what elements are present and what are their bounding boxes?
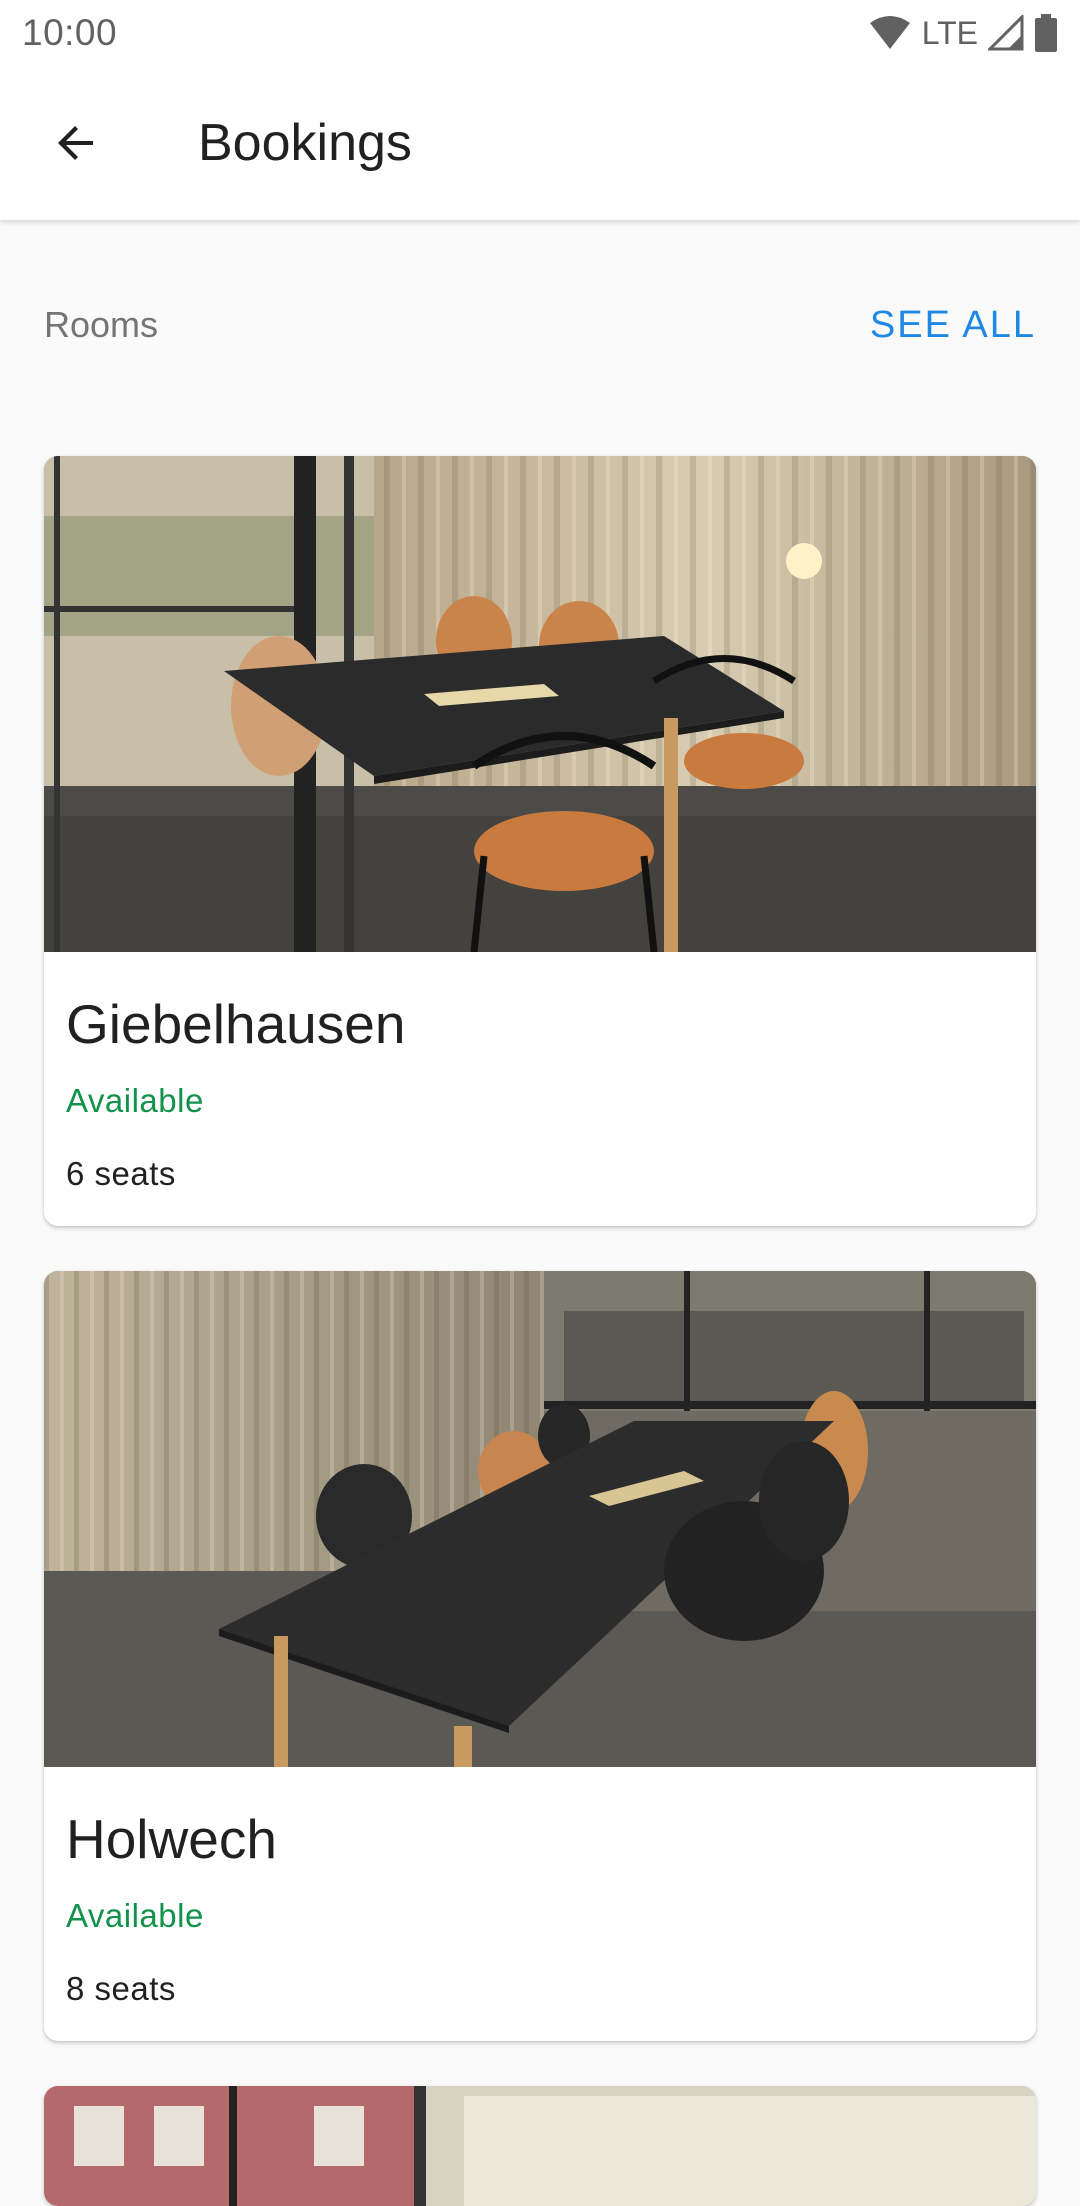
room-status: Available <box>66 1082 204 1119</box>
signal-icon <box>988 15 1024 51</box>
room-card-body: Holwech Available 8 seats <box>44 1767 1036 2041</box>
network-type: LTE <box>921 14 978 51</box>
room-card[interactable] <box>44 2086 1036 2206</box>
back-button[interactable] <box>22 88 132 198</box>
arrow-back-icon <box>58 126 93 160</box>
room-seats: 6 seats <box>66 1155 176 1192</box>
room-seats: 8 seats <box>66 1970 176 2007</box>
app-bar: Bookings <box>0 66 1080 220</box>
room-name: Holwech <box>66 1808 277 1870</box>
see-all-button[interactable]: SEE ALL <box>870 304 1036 347</box>
rooms-section-header: Rooms SEE ALL <box>44 290 1036 360</box>
room-card[interactable]: Holwech Available 8 seats <box>44 1271 1036 2041</box>
status-bar: 10:00 LTE <box>0 0 1080 66</box>
wifi-icon <box>869 16 910 49</box>
section-title: Rooms <box>44 304 159 345</box>
room-status: Available <box>66 1897 204 1934</box>
room-card-body: Giebelhausen Available 6 seats <box>44 952 1036 1226</box>
room-photo <box>44 1271 1036 1767</box>
room-name: Giebelhausen <box>66 993 406 1055</box>
room-photo <box>44 456 1036 952</box>
status-time: 10:00 <box>22 12 118 53</box>
room-photo <box>44 2086 1036 2206</box>
room-card[interactable]: Giebelhausen Available 6 seats <box>44 456 1036 1226</box>
battery-icon <box>1035 14 1057 52</box>
status-icons: LTE <box>868 14 1058 52</box>
page-title: Bookings <box>198 114 412 172</box>
